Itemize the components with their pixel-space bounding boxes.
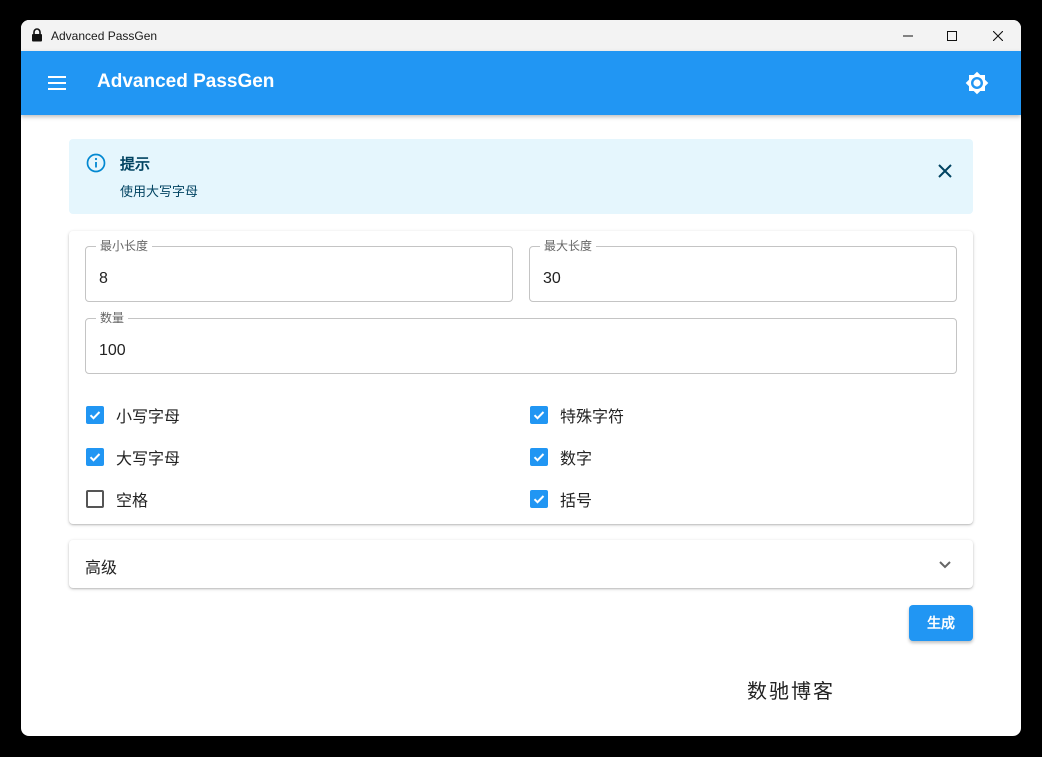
checkbox-label: 括号 (560, 493, 593, 510)
max-length-value: 30 (543, 270, 561, 287)
app-bar: Advanced PassGen (21, 51, 1021, 115)
chevron-down-icon (939, 561, 951, 569)
max-length-label: 最大长度 (544, 239, 593, 253)
options-card: 最小长度 8 最大长度 30 数量 100 小写字母 特殊字符 大写字母 数字 (69, 231, 973, 524)
checkbox-label: 空格 (116, 493, 149, 510)
checkbox-unchecked-icon (86, 490, 104, 508)
checkbox-label: 大写字母 (116, 451, 181, 468)
close-window-button[interactable] (975, 20, 1021, 51)
count-label: 数量 (100, 311, 125, 325)
generate-button[interactable]: 生成 (909, 605, 973, 641)
minimize-button[interactable] (885, 20, 931, 51)
watermark-text: 数驰博客 (747, 679, 835, 703)
advanced-label: 高级 (85, 560, 118, 577)
min-length-field[interactable]: 最小长度 8 (85, 240, 513, 302)
checkmark-icon (89, 411, 101, 420)
checkbox-label: 数字 (560, 451, 593, 468)
checkbox-brackets[interactable]: 括号 (530, 487, 592, 511)
checkbox-checked-icon (530, 448, 548, 466)
checkbox-spaces[interactable]: 空格 (86, 487, 148, 511)
checkbox-checked-icon (530, 490, 548, 508)
checkbox-uppercase[interactable]: 大写字母 (86, 445, 180, 469)
info-icon (86, 153, 106, 173)
checkbox-numbers[interactable]: 数字 (530, 445, 592, 469)
app-window: Advanced PassGen Advanced PassGen 提示 使用大… (21, 20, 1021, 736)
checkbox-label: 小写字母 (116, 409, 181, 426)
checkbox-label: 特殊字符 (560, 409, 625, 426)
checkmark-icon (533, 411, 545, 420)
count-value: 100 (99, 342, 126, 359)
checkmark-icon (89, 453, 101, 462)
close-icon (993, 30, 1003, 41)
checkmark-icon (533, 453, 545, 462)
min-length-value: 8 (99, 270, 108, 287)
close-alert-icon[interactable] (933, 159, 957, 183)
advanced-accordion[interactable]: 高级 (69, 540, 973, 588)
maximize-icon (947, 30, 957, 41)
checkmark-icon (533, 495, 545, 504)
min-length-label: 最小长度 (100, 239, 149, 253)
checkbox-checked-icon (530, 406, 548, 424)
checkbox-special-chars[interactable]: 特殊字符 (530, 403, 624, 427)
alert-message: 使用大写字母 (120, 184, 199, 199)
count-field[interactable]: 数量 100 (85, 312, 957, 374)
title-bar: Advanced PassGen (21, 20, 1021, 51)
minimize-icon (903, 35, 913, 36)
lock-icon (32, 28, 42, 42)
app-title: Advanced PassGen (97, 71, 275, 92)
checkbox-lowercase[interactable]: 小写字母 (86, 403, 180, 427)
checkbox-checked-icon (86, 448, 104, 466)
alert-title: 提示 (120, 156, 151, 173)
info-alert: 提示 使用大写字母 (69, 139, 973, 214)
menu-icon[interactable] (45, 71, 69, 95)
checkbox-checked-icon (86, 406, 104, 424)
brightness-icon[interactable] (965, 71, 989, 95)
maximize-button[interactable] (929, 20, 975, 51)
window-title: Advanced PassGen (51, 29, 158, 43)
max-length-field[interactable]: 最大长度 30 (529, 240, 957, 302)
